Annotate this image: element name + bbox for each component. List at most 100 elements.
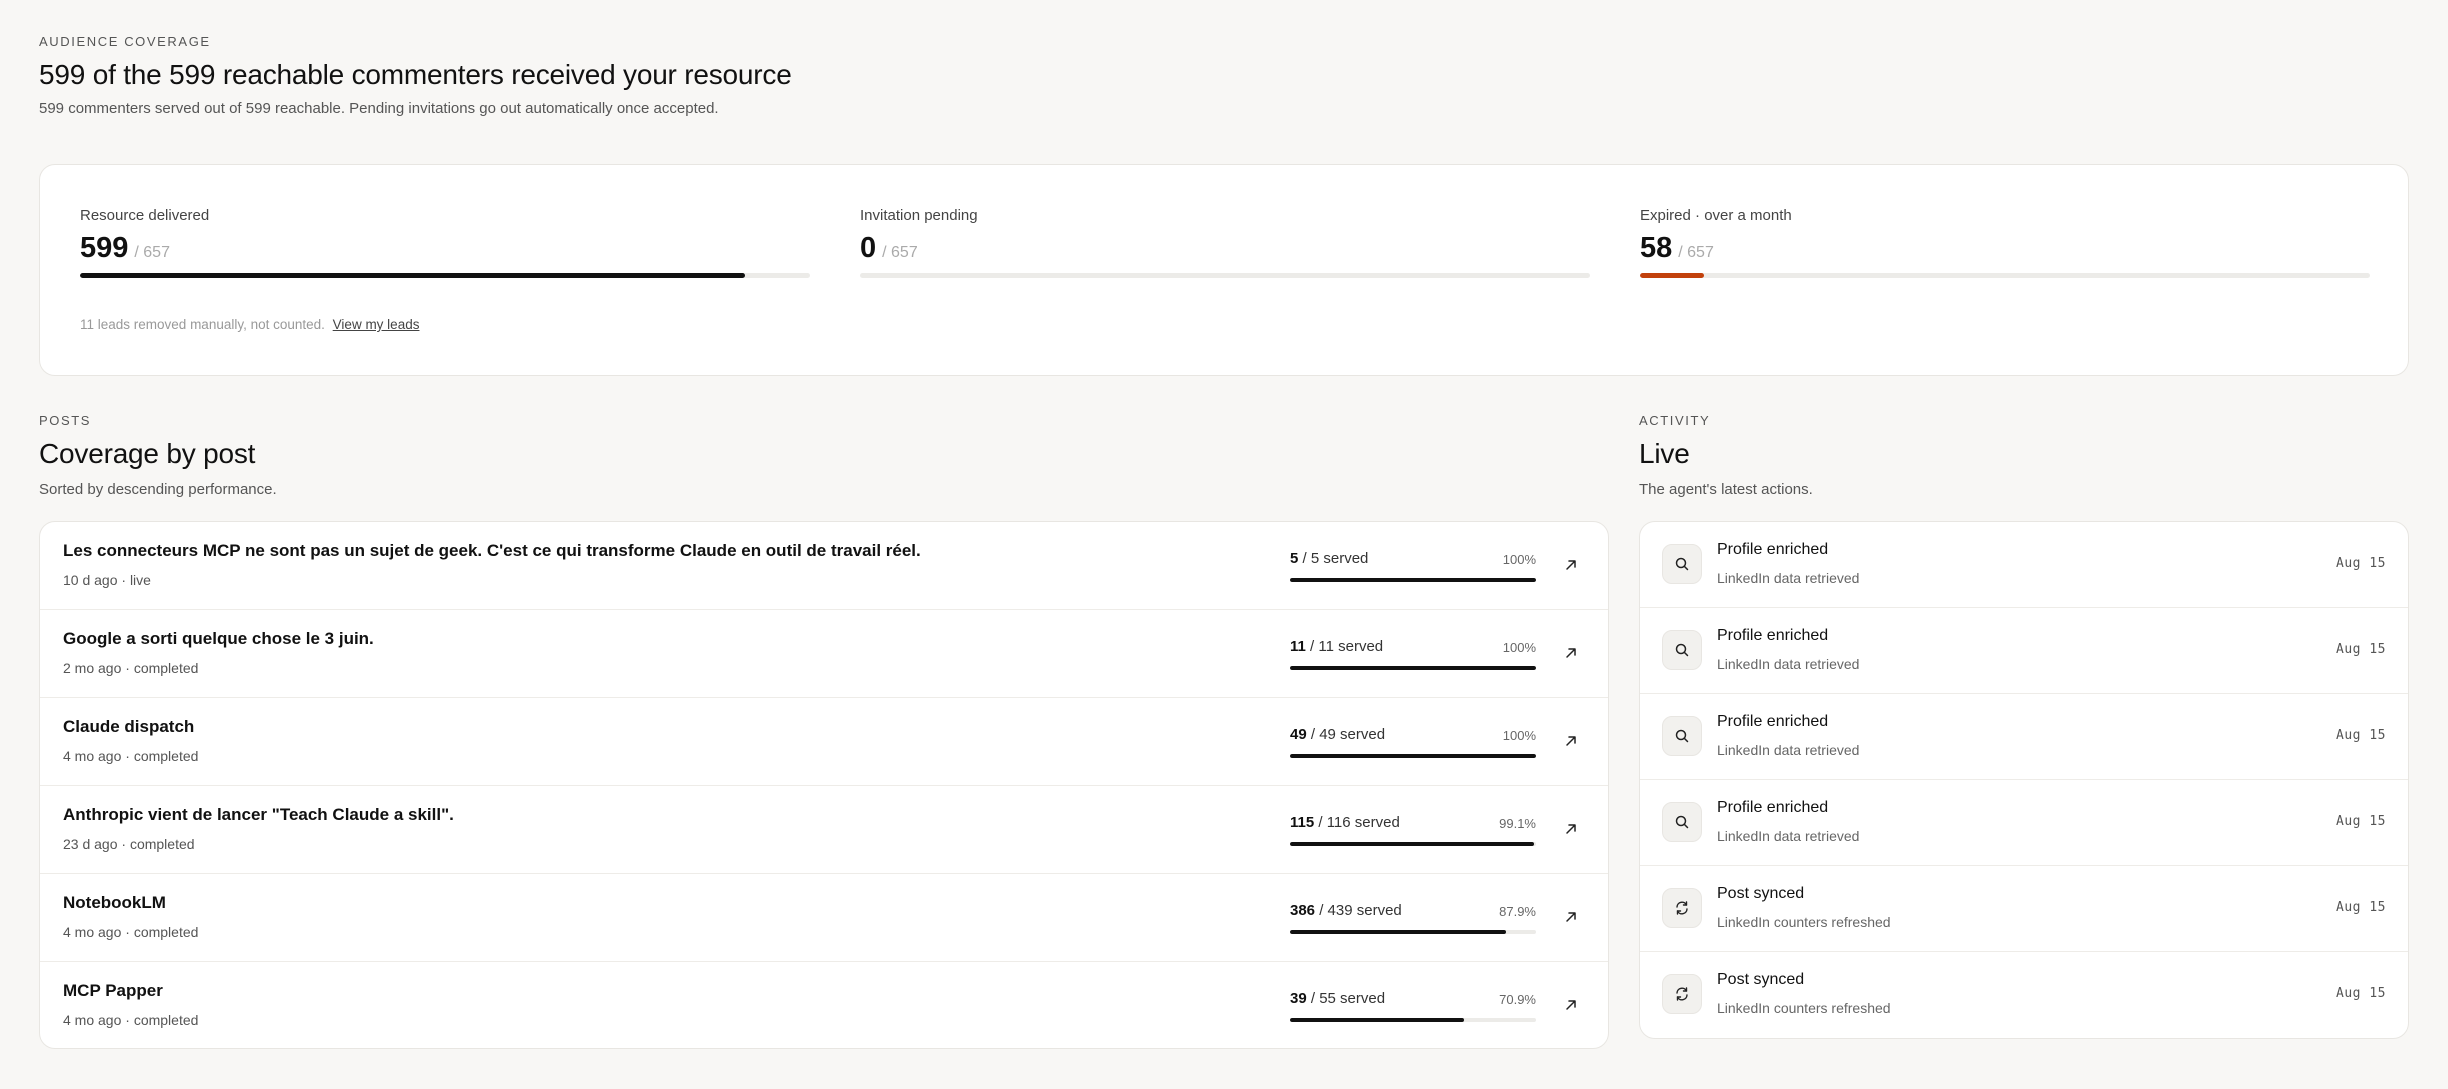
post-served-total: / 5 served: [1298, 550, 1369, 567]
view-my-leads-link[interactable]: View my leads: [333, 317, 420, 332]
open-post-arrow-icon[interactable]: [1558, 816, 1584, 842]
metric-progress-fill: [80, 273, 746, 278]
post-title: Google a sorti quelque chose le 3 juin.: [63, 629, 374, 648]
open-post-arrow-icon[interactable]: [1558, 992, 1584, 1018]
note-text: 11 leads removed manually, not counted.: [80, 317, 325, 332]
post-meta: 4 mo ago · completed: [63, 748, 199, 764]
open-post-arrow-icon[interactable]: [1558, 728, 1584, 754]
posts-list: Les connecteurs MCP ne sont pas un sujet…: [39, 521, 1609, 1049]
post-meta: 4 mo ago · completed: [63, 1012, 199, 1028]
post-served-value: 11: [1290, 638, 1306, 655]
post-progress-fill: [1290, 754, 1536, 758]
post-progress-track: [1290, 754, 1536, 758]
post-served-total: / 11 served: [1305, 638, 1384, 655]
page-title: 599 of the 599 reachable commenters rece…: [39, 59, 792, 90]
activity-detail: LinkedIn counters refreshed: [1717, 914, 1891, 930]
activity-header: ACTIVITY Live The agent's latest actions…: [1639, 413, 1813, 501]
metric-value: 58: [1640, 232, 1673, 264]
activity-detail: LinkedIn data retrieved: [1717, 570, 1860, 586]
coverage-header: AUDIENCE COVERAGE 599 of the 599 reachab…: [39, 34, 799, 120]
post-progress-fill: [1290, 1018, 1465, 1022]
post-title: MCP Papper: [63, 981, 163, 1000]
post-row[interactable]: NotebookLM 4 mo ago · completed 386 / 43…: [40, 874, 1608, 962]
post-served-count: 39 / 55 served: [1290, 990, 1385, 1007]
activity-title: Post synced: [1717, 971, 1805, 988]
post-served-total: / 116 served: [1314, 814, 1400, 831]
post-progress-fill: [1290, 666, 1536, 670]
posts-header: POSTS Coverage by post Sorted by descend…: [39, 413, 277, 501]
metric-label: Expired · over a month: [1640, 207, 1792, 224]
metric-label: Resource delivered: [80, 207, 210, 224]
post-meta: 23 d ago · completed: [63, 836, 195, 852]
post-row[interactable]: Claude dispatch 4 mo ago · completed 49 …: [40, 698, 1608, 786]
activity-detail: LinkedIn data retrieved: [1717, 656, 1860, 672]
post-row[interactable]: Les connecteurs MCP ne sont pas un sujet…: [40, 522, 1608, 610]
post-served-count: 386 / 439 served: [1290, 902, 1402, 919]
activity-item: Profile enriched LinkedIn data retrieved…: [1640, 780, 2408, 866]
metric-resource-delivered: Resource delivered 599 / 657: [80, 207, 810, 278]
post-served-count: 5 / 5 served: [1290, 550, 1368, 567]
post-progress-fill: [1290, 930, 1507, 934]
post-progress-track: [1290, 666, 1536, 670]
metric-total: / 657: [134, 244, 170, 261]
post-served-count: 49 / 49 served: [1290, 726, 1385, 743]
page-subtitle: 599 commenters served out of 599 reachab…: [39, 100, 719, 117]
metric-progress-track: [80, 273, 810, 278]
post-title: Anthropic vient de lancer "Teach Claude …: [63, 805, 454, 824]
post-meta: 2 mo ago · completed: [63, 660, 199, 676]
post-served-count: 115 / 116 served: [1290, 814, 1400, 831]
post-served-value: 49: [1290, 726, 1307, 743]
post-served-value: 386: [1290, 902, 1316, 919]
post-title: Les connecteurs MCP ne sont pas un sujet…: [63, 541, 921, 560]
metric-value: 0: [860, 232, 877, 264]
search-icon: [1662, 716, 1702, 756]
post-served-value: 115: [1290, 814, 1315, 831]
post-served-total: / 49 served: [1306, 726, 1386, 743]
post-row[interactable]: Google a sorti quelque chose le 3 juin. …: [40, 610, 1608, 698]
post-served-percent: 100%: [1502, 552, 1536, 567]
activity-item: Profile enriched LinkedIn data retrieved…: [1640, 522, 2408, 608]
search-icon: [1662, 802, 1702, 842]
post-served-count: 11 / 11 served: [1290, 638, 1383, 655]
post-served-percent: 70.9%: [1499, 992, 1536, 1007]
metric-progress-track: [1640, 273, 2370, 278]
section-subtitle: Sorted by descending performance.: [39, 481, 277, 498]
activity-item: Post synced LinkedIn counters refreshed …: [1640, 866, 2408, 952]
metric-expired: Expired · over a month 58 / 657: [1640, 207, 2370, 278]
activity-date: Aug 15: [2336, 900, 2386, 915]
post-served-percent: 100%: [1502, 728, 1536, 743]
activity-item: Profile enriched LinkedIn data retrieved…: [1640, 694, 2408, 780]
post-row[interactable]: Anthropic vient de lancer "Teach Claude …: [40, 786, 1608, 874]
section-eyebrow: ACTIVITY: [1639, 413, 1711, 428]
section-title: Coverage by post: [39, 438, 256, 469]
metric-progress-track: [860, 273, 1590, 278]
section-title: Live: [1639, 438, 1690, 469]
activity-date: Aug 15: [2336, 986, 2386, 1001]
open-post-arrow-icon[interactable]: [1558, 640, 1584, 666]
post-progress-track: [1290, 930, 1536, 934]
open-post-arrow-icon[interactable]: [1558, 552, 1584, 578]
search-icon: [1662, 630, 1702, 670]
metric-total: / 657: [1678, 244, 1714, 261]
activity-item: Profile enriched LinkedIn data retrieved…: [1640, 608, 2408, 694]
post-meta: 4 mo ago · completed: [63, 924, 199, 940]
post-served-percent: 100%: [1502, 640, 1536, 655]
post-served-percent: 87.9%: [1499, 904, 1536, 919]
post-row[interactable]: MCP Papper 4 mo ago · completed 39 / 55 …: [40, 962, 1608, 1048]
activity-title: Profile enriched: [1717, 799, 1829, 816]
post-progress-track: [1290, 842, 1536, 846]
open-post-arrow-icon[interactable]: [1558, 904, 1584, 930]
removed-leads-note: 11 leads removed manually, not counted. …: [80, 317, 419, 332]
activity-title: Profile enriched: [1717, 627, 1829, 644]
post-progress-track: [1290, 1018, 1536, 1022]
activity-title: Profile enriched: [1717, 713, 1829, 730]
metric-progress-fill: [1640, 273, 1705, 278]
post-title: Claude dispatch: [63, 717, 195, 736]
metric-invitation-pending: Invitation pending 0 / 657: [860, 207, 1590, 278]
section-subtitle: The agent's latest actions.: [1639, 481, 1813, 498]
post-served-value: 39: [1290, 990, 1307, 1007]
post-title: NotebookLM: [63, 893, 166, 912]
activity-detail: LinkedIn data retrieved: [1717, 742, 1860, 758]
post-served-total: / 55 served: [1306, 990, 1386, 1007]
refresh-icon: [1662, 888, 1702, 928]
